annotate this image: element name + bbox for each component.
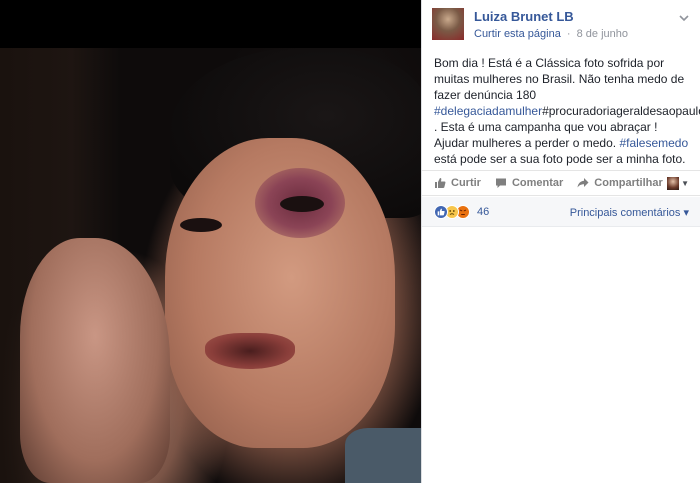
page-avatar[interactable]: [432, 8, 464, 40]
share-label: Compartilhar: [594, 177, 663, 189]
post-sidebar: Luiza Brunet LB Curtir esta página · 8 d…: [421, 0, 700, 483]
reaction-icons[interactable]: [434, 205, 470, 219]
caret-down-icon: ▼: [681, 178, 689, 188]
caret-down-icon: ▾: [683, 207, 689, 219]
post-text-segment: está pode ser a sua foto pode ser a minh…: [434, 152, 686, 166]
post-photo[interactable]: [0, 48, 421, 483]
hashtag-link[interactable]: #delegaciadamulher: [434, 104, 542, 118]
post-text: Bom dia ! Está é a Clássica foto sofrida…: [434, 55, 700, 167]
comments-area: [422, 228, 700, 483]
comment-button[interactable]: Comentar: [495, 177, 563, 189]
post-photo-viewer[interactable]: [0, 0, 421, 483]
top-comments-dropdown[interactable]: Principais comentários ▾: [570, 206, 689, 219]
like-button[interactable]: Curtir: [434, 177, 481, 189]
chevron-down-icon[interactable]: [678, 12, 690, 24]
user-avatar: [667, 176, 680, 190]
share-button[interactable]: Compartilhar: [577, 177, 663, 189]
post-date[interactable]: 8 de junho: [577, 28, 628, 40]
hashtag-link[interactable]: #falesemedo: [619, 136, 688, 150]
photo-eye-left: [180, 218, 222, 232]
post-header: Luiza Brunet LB Curtir esta página · 8 d…: [422, 0, 700, 48]
speech-bubble-icon: [495, 177, 507, 189]
like-reaction-icon: [434, 205, 448, 219]
meta-separator: ·: [566, 28, 571, 40]
like-label: Curtir: [451, 177, 481, 189]
reaction-count[interactable]: 46: [477, 206, 489, 218]
post-actions: Curtir Comentar Compartilhar ▼: [422, 170, 700, 196]
comment-label: Comentar: [511, 177, 564, 189]
photo-eye-right: [280, 196, 324, 212]
post-text-segment: Bom dia ! Está é a Clássica foto sofrida…: [434, 56, 685, 102]
top-comments-label: Principais comentários: [569, 207, 681, 219]
photo-mouth: [205, 333, 295, 369]
thumbs-up-icon: [434, 177, 446, 189]
like-page-link[interactable]: Curtir esta página: [474, 28, 561, 40]
share-arrow-icon: [577, 177, 589, 189]
photo-shirt: [345, 428, 421, 483]
photo-hand: [20, 238, 170, 483]
post-text-segment: #procuradoriageraldesaopaulo: [542, 104, 700, 118]
post-meta: Curtir esta página · 8 de junho: [474, 28, 628, 40]
page-name-link[interactable]: Luiza Brunet LB: [474, 9, 574, 24]
reactions-bar: 46 Principais comentários ▾: [422, 197, 700, 227]
reaction-identity-selector[interactable]: ▼: [667, 176, 689, 190]
